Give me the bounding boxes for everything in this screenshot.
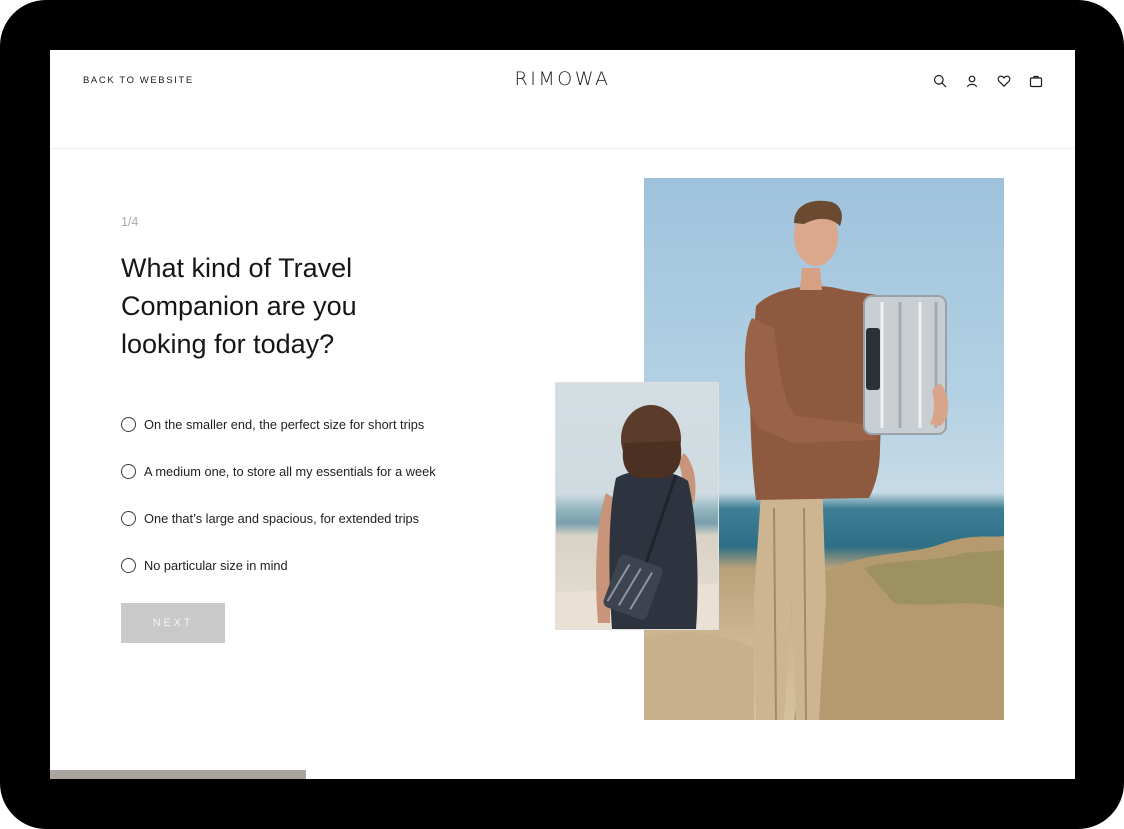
quiz-panel: 1/4 What kind of Travel Companion are yo… [121,215,501,589]
option-no-preference[interactable]: No particular size in mind [121,542,501,589]
radio-button[interactable] [121,558,136,573]
radio-button[interactable] [121,464,136,479]
account-icon[interactable] [963,72,981,90]
progress-bar [50,770,306,779]
secondary-product-photo [555,382,719,630]
header-icons [931,72,1045,90]
option-label: One that’s large and spacious, for exten… [144,511,420,526]
option-small[interactable]: On the smaller end, the perfect size for… [121,401,501,448]
wishlist-icon[interactable] [995,72,1013,90]
bag-icon[interactable] [1027,72,1045,90]
step-indicator: 1/4 [121,215,139,229]
radio-button[interactable] [121,417,136,432]
photo-illustration [556,405,718,629]
screen: BACK TO WEBSITE RIMOWA 1/4 What kind of … [50,50,1075,779]
option-label: No particular size in mind [144,558,288,573]
answer-options: On the smaller end, the perfect size for… [121,401,501,589]
option-medium[interactable]: A medium one, to store all my essentials… [121,448,501,495]
option-label: On the smaller end, the perfect size for… [144,417,425,432]
radio-button[interactable] [121,511,136,526]
search-icon[interactable] [931,72,949,90]
question-title: What kind of Travel Companion are you lo… [121,253,357,359]
brand-logo[interactable]: RIMOWA [50,68,1075,90]
next-button[interactable]: NEXT [121,603,225,643]
device-bezel: BACK TO WEBSITE RIMOWA 1/4 What kind of … [0,0,1124,829]
option-label: A medium one, to store all my essentials… [144,464,436,479]
site-header: BACK TO WEBSITE RIMOWA [50,50,1075,149]
option-large[interactable]: One that’s large and spacious, for exten… [121,495,501,542]
